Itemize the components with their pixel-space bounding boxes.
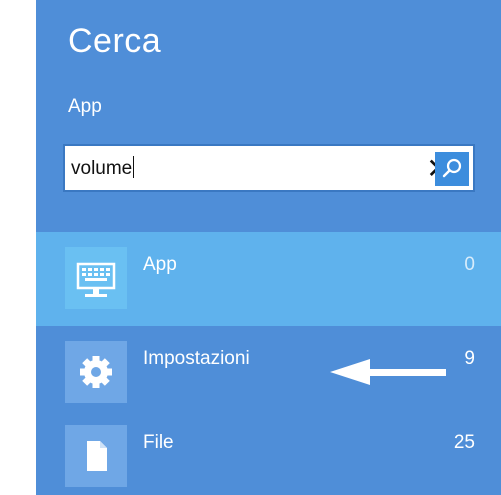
file-icon (87, 441, 107, 471)
search-input[interactable]: volume ✕ (63, 144, 475, 192)
result-count: 25 (453, 432, 475, 453)
search-charm-pane: Cerca App volume ✕ (36, 0, 501, 495)
search-icon (442, 158, 462, 178)
result-label: File (143, 432, 174, 453)
result-label: Impostazioni (143, 348, 250, 369)
result-row-file[interactable]: File 25 (36, 410, 501, 495)
gear-icon (80, 356, 112, 388)
search-button[interactable] (435, 152, 469, 186)
result-count: 9 (464, 348, 475, 369)
text-caret (133, 156, 135, 178)
result-row-app[interactable]: App 0 (36, 232, 501, 326)
panel-title: Cerca (68, 22, 162, 60)
result-tile-impostazioni (65, 341, 127, 403)
result-label: App (143, 254, 177, 275)
result-tile-app (65, 247, 127, 309)
result-tile-file (65, 425, 127, 487)
search-input-value[interactable]: volume (71, 156, 135, 180)
result-count: 0 (464, 254, 475, 275)
search-scope-label: App (68, 96, 102, 117)
arrow-left-icon (330, 359, 446, 385)
keyboard-monitor-icon (76, 262, 116, 297)
